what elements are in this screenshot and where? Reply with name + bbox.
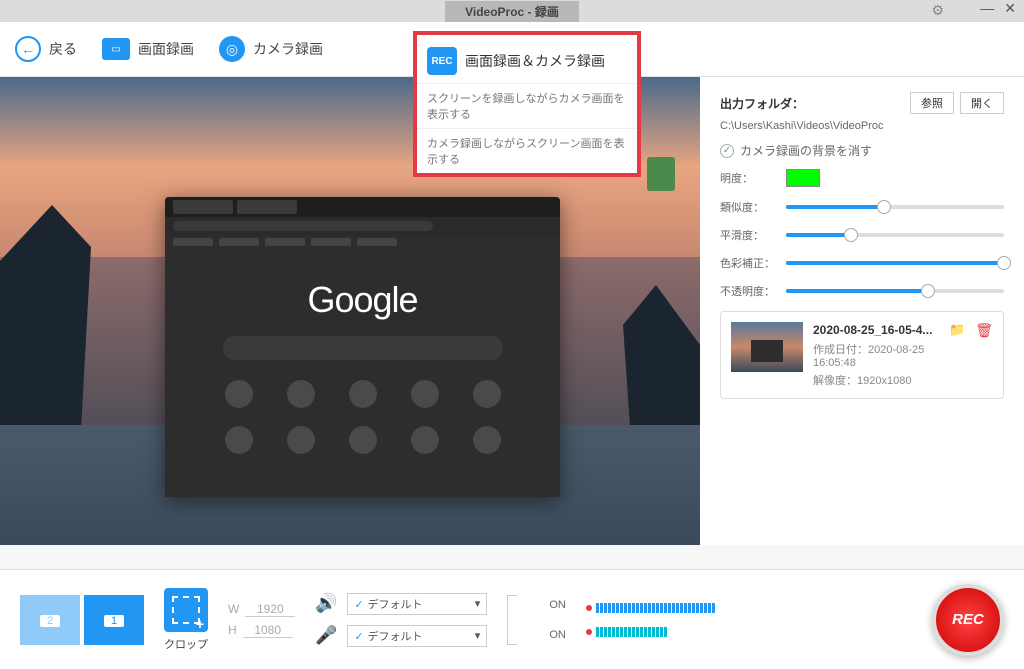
app-title: VideoProc - 録画 xyxy=(445,1,579,22)
google-logo: Google xyxy=(307,279,417,321)
screen-selector[interactable]: 2 1 xyxy=(20,595,144,645)
color-swatch[interactable] xyxy=(786,169,820,187)
mic-icon: 🎤 xyxy=(315,625,337,646)
rec-badge-icon: REC xyxy=(427,47,457,75)
dimensions: W1920 H1080 xyxy=(228,602,295,638)
minimize-icon[interactable]: — xyxy=(980,0,994,17)
output-folder-label: 出力フォルダ： xyxy=(720,95,804,112)
speaker-select[interactable]: ✓デフォルト▾ xyxy=(347,593,487,615)
bottom-bar: 2 1 クロップ W1920 H1080 🔊 ✓デフォルト▾ 🎤 ✓デフォルト▾… xyxy=(0,569,1024,669)
smoothness-label: 平滑度： xyxy=(720,227,776,243)
desktop-shortcut-icon xyxy=(647,157,675,191)
back-button[interactable]: ← 戻る xyxy=(15,36,77,62)
similarity-slider[interactable] xyxy=(786,205,1004,209)
width-value: 1920 xyxy=(245,602,295,617)
google-search-bar xyxy=(223,336,503,360)
record-button[interactable]: REC xyxy=(932,584,1004,656)
open-button[interactable]: 開く xyxy=(960,92,1004,114)
speaker-toggle[interactable]: ON xyxy=(549,599,566,611)
settings-icon[interactable]: ⚙ xyxy=(931,2,944,19)
file-name: 2020-08-25_16-05-4... xyxy=(813,323,932,337)
color-correction-slider[interactable] xyxy=(786,261,1004,265)
camera-icon: ◎ xyxy=(219,36,245,62)
folder-icon[interactable]: 📁 xyxy=(949,322,965,338)
titlebar: VideoProc - 録画 ⚙ — ✕ xyxy=(0,0,1024,22)
browser-window: Google xyxy=(165,197,560,497)
screen-2[interactable]: 2 xyxy=(20,595,80,645)
screen-record-button[interactable]: ▭ 画面録画 xyxy=(102,38,194,60)
speaker-meter xyxy=(586,603,715,613)
dropdown-option-screen-camera[interactable]: スクリーンを録画しながらカメラ画面を表示する xyxy=(417,83,637,128)
record-mode-dropdown: REC 画面録画＆カメラ録画 スクリーンを録画しながらカメラ画面を表示する カメ… xyxy=(413,31,641,177)
smoothness-slider[interactable] xyxy=(786,233,1004,237)
output-path: C:\Users\Kashi\Videos\VideoProc xyxy=(720,120,1004,132)
mic-meter xyxy=(586,627,715,637)
brightness-label: 明度： xyxy=(720,170,776,186)
camera-record-button[interactable]: ◎ カメラ録画 xyxy=(219,36,323,62)
remove-bg-checkbox[interactable]: ✓ カメラ録画の背景を消す xyxy=(720,142,1004,159)
height-value: 1080 xyxy=(243,623,293,638)
delete-icon[interactable]: 🗑 xyxy=(975,322,993,388)
color-correction-label: 色彩補正： xyxy=(720,255,776,271)
check-icon: ✓ xyxy=(720,144,734,158)
opacity-label: 不透明度： xyxy=(720,283,776,299)
opacity-slider[interactable] xyxy=(786,289,1004,293)
close-icon[interactable]: ✕ xyxy=(1004,0,1016,17)
file-thumbnail xyxy=(731,322,803,372)
bracket-divider xyxy=(507,595,517,645)
monitor-icon: ▭ xyxy=(102,38,130,60)
dropdown-option-camera-screen[interactable]: カメラ録画しながらスクリーン画面を表示する xyxy=(417,128,637,173)
recording-file-item[interactable]: 2020-08-25_16-05-4... 📁 作成日付：2020-08-25 … xyxy=(720,311,1004,399)
similarity-label: 類似度： xyxy=(720,199,776,215)
back-arrow-icon: ← xyxy=(15,36,41,62)
mic-toggle[interactable]: ON xyxy=(549,629,566,641)
crop-icon xyxy=(164,588,208,632)
screen-1[interactable]: 1 xyxy=(84,595,144,645)
side-panel: 出力フォルダ： 参照 開く C:\Users\Kashi\Videos\Vide… xyxy=(700,77,1024,545)
speaker-icon: 🔊 xyxy=(315,593,337,614)
crop-button[interactable]: クロップ xyxy=(164,588,208,652)
dropdown-title: 画面録画＆カメラ録画 xyxy=(465,51,605,71)
browse-button[interactable]: 参照 xyxy=(910,92,954,114)
mic-select[interactable]: ✓デフォルト▾ xyxy=(347,625,487,647)
